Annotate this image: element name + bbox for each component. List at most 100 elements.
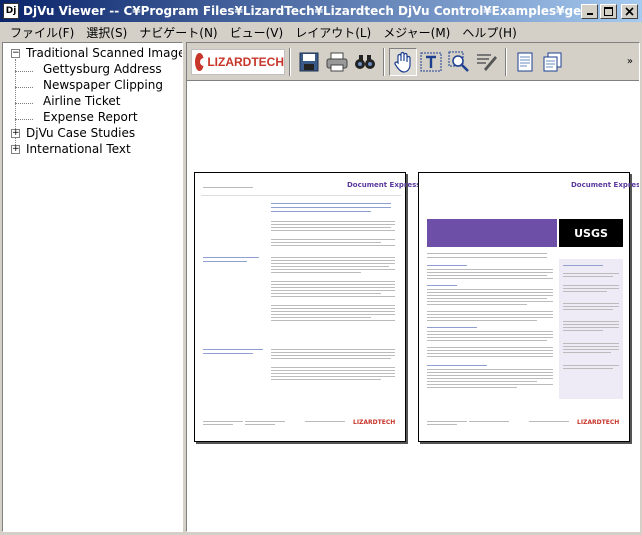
print-icon: [326, 52, 348, 71]
toolbar-overflow-button[interactable]: »: [627, 56, 633, 67]
page-text: [271, 203, 391, 204]
close-button[interactable]: [621, 3, 638, 19]
page-text: [427, 347, 553, 348]
page-text: [271, 257, 395, 258]
tree-connector: [15, 71, 33, 72]
page-text: [427, 350, 553, 351]
menu-navigate[interactable]: ナビゲート(N): [133, 24, 223, 41]
page-text: [563, 349, 619, 350]
find-icon: [355, 54, 375, 69]
tree-item-expense-report[interactable]: Expense Report: [41, 109, 140, 125]
page-text: [427, 353, 553, 354]
page-text: [563, 352, 611, 353]
case-study-banner: [427, 219, 557, 247]
page-text: [427, 295, 553, 296]
lizardtech-logo[interactable]: LIZARDTECH: [191, 48, 285, 75]
page-text: [271, 305, 395, 306]
page-text: [563, 343, 619, 344]
page-text: [427, 372, 553, 373]
save-button[interactable]: [295, 48, 323, 76]
menu-view[interactable]: ビュー(V): [224, 24, 290, 41]
tree-item-newspaper-clipping[interactable]: Newspaper Clipping: [41, 77, 165, 93]
page-text: [271, 284, 395, 285]
page-text: [427, 285, 457, 286]
page-thumbnail-right[interactable]: Document Express USGS LIZARDTECH: [418, 172, 639, 442]
continuous-page-button[interactable]: [539, 48, 567, 76]
sidebar-panel: [559, 259, 623, 399]
toolbar-separator: [505, 47, 507, 76]
viewer-toolbar: LIZARDTECH »: [187, 43, 639, 81]
page-text: [563, 276, 613, 277]
page-text: [271, 287, 395, 288]
page-text: [427, 421, 467, 422]
page-text: [203, 261, 247, 262]
document-express-logo: Document Express: [571, 181, 640, 189]
title-bar[interactable]: Dj DjVu Viewer -- C¥Program Files¥Lizard…: [0, 0, 642, 22]
bookmark-tree[interactable]: − Traditional Scanned Images Gettysburg …: [2, 42, 183, 532]
tree-item-gettysburg-address[interactable]: Gettysburg Address: [41, 61, 164, 77]
page-text: [271, 230, 395, 231]
menu-measure[interactable]: メジャー(M): [377, 24, 456, 41]
tree-connector: [15, 103, 33, 104]
single-page-button[interactable]: [511, 48, 539, 76]
page-text: [271, 367, 395, 368]
menu-bar: ファイル(F) 選択(S) ナビゲート(N) ビュー(V) レイアウト(L) メ…: [0, 22, 642, 42]
menu-help[interactable]: ヘルプ(H): [456, 24, 522, 41]
page-text: [271, 269, 395, 270]
document-express-logo: Document Express: [347, 181, 421, 189]
app-icon[interactable]: Dj: [3, 3, 19, 19]
tree-item-djvu-case-studies[interactable]: + DjVu Case Studies: [3, 125, 137, 141]
page-text: [271, 320, 395, 321]
page-text: [563, 368, 613, 369]
tree-item-international-text[interactable]: + International Text: [3, 141, 133, 157]
page-text: [427, 378, 553, 379]
tree-item-traditional-scanned-images[interactable]: − Traditional Scanned Images: [3, 45, 182, 61]
highlight-button[interactable]: [473, 48, 501, 76]
page-thumbnail-left[interactable]: Document Express LIZARDTECH: [194, 172, 420, 442]
page-text: [271, 221, 395, 222]
menu-file[interactable]: ファイル(F): [4, 24, 80, 41]
tree-connector: [15, 87, 33, 88]
expand-icon[interactable]: +: [11, 128, 20, 138]
page-text: [563, 330, 603, 331]
page-text: [271, 373, 395, 374]
page-text: [271, 281, 395, 282]
tree-item-label: Newspaper Clipping: [43, 78, 163, 92]
page-text: [203, 349, 263, 350]
tree-item-airline-ticket[interactable]: Airline Ticket: [41, 93, 122, 109]
menu-layout[interactable]: レイアウト(L): [289, 24, 377, 41]
lizardtech-swirl-icon: [195, 52, 209, 71]
page-text: [271, 266, 389, 267]
minimize-button[interactable]: [581, 3, 598, 19]
expand-icon[interactable]: +: [11, 144, 20, 154]
print-button[interactable]: [323, 48, 351, 76]
toolbar-separator: [289, 47, 291, 76]
page-text: [427, 311, 553, 312]
zoom-button[interactable]: [445, 48, 473, 76]
maximize-button[interactable]: [600, 3, 617, 19]
hand-icon: [394, 51, 411, 73]
menu-select[interactable]: 選択(S): [80, 24, 133, 41]
collapse-icon[interactable]: −: [11, 48, 20, 58]
page-text: [427, 304, 527, 305]
page-text: [271, 355, 395, 356]
tree-connector: [15, 119, 33, 120]
page-text: [271, 211, 371, 212]
usgs-badge: USGS: [559, 219, 623, 247]
find-button[interactable]: [351, 48, 379, 76]
page-text: [271, 358, 391, 359]
document-viewer[interactable]: LIZARDTECH » Document Express LIZARDTECH…: [186, 42, 640, 532]
page-text: [427, 356, 553, 357]
page-text: [271, 317, 371, 318]
page-text: [563, 265, 603, 266]
page-text: [427, 265, 467, 266]
page-text: [427, 253, 547, 254]
page-text: [563, 346, 619, 347]
hand-tool-button[interactable]: [389, 47, 417, 76]
page-text: [563, 285, 619, 286]
logo-text: LIZARDTECH: [207, 54, 284, 69]
page-text: [271, 352, 395, 353]
maximize-icon: [604, 6, 613, 16]
text-select-button[interactable]: [417, 48, 445, 76]
page-text: [203, 421, 243, 422]
